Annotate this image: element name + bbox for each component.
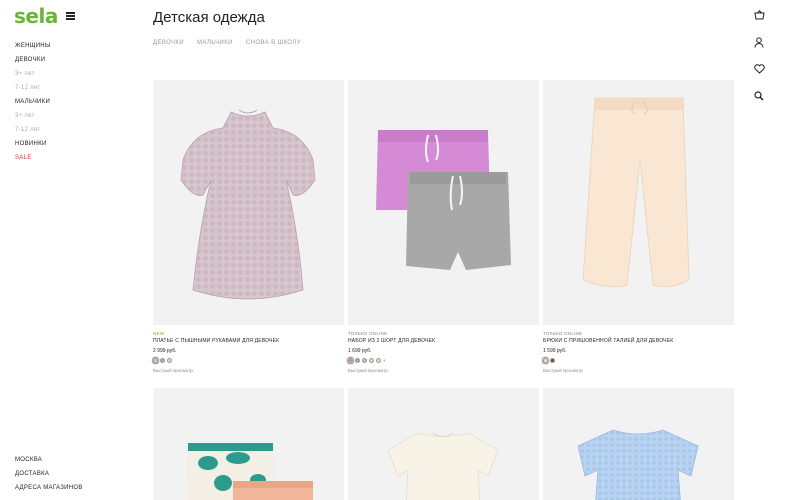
color-swatch[interactable]: [160, 358, 165, 363]
nav-item-boys-7-12[interactable]: 7-12 лет: [15, 123, 135, 137]
product-card[interactable]: [543, 388, 734, 500]
nav-item-girls[interactable]: ДЕВОЧКИ: [15, 53, 135, 67]
sidebar-nav: ЖЕНЩИНЫ ДЕВОЧКИ 3+ лет 7-12 лет МАЛЬЧИКИ…: [15, 39, 135, 165]
nav-item-new[interactable]: НОВИНКИ: [15, 137, 135, 151]
color-swatches: [543, 358, 734, 363]
product-card[interactable]: NEW ПЛАТЬЕ С ПЫШНЫМИ РУКАВАМИ ДЛЯ ДЕВОЧЕ…: [153, 80, 344, 373]
color-swatch[interactable]: [543, 358, 548, 363]
product-name[interactable]: НАБОР ИЗ 2 ШОРТ ДЛЯ ДЕВОЧЕК: [348, 338, 539, 344]
user-icon[interactable]: [752, 35, 766, 49]
product-image-trousers[interactable]: [543, 80, 734, 325]
color-swatch[interactable]: [362, 358, 367, 363]
nav-item-sale[interactable]: SALE: [15, 151, 135, 165]
product-image-blue-top[interactable]: [543, 388, 734, 500]
color-swatches: [153, 358, 344, 363]
color-swatch[interactable]: [550, 358, 555, 363]
color-swatch[interactable]: [167, 358, 172, 363]
product-image-lace-top[interactable]: [348, 388, 539, 500]
search-icon[interactable]: [752, 89, 766, 103]
tab-boys[interactable]: МАЛЬЧИКИ: [197, 40, 233, 46]
product-badge: NEW: [153, 331, 165, 336]
quick-view-link[interactable]: Быстрый просмотр: [348, 368, 539, 373]
product-card[interactable]: ТОЛЬКО ONLINE БРЮКИ С ПРИШОВЕННОЙ ТАЛИЕЙ…: [543, 80, 734, 373]
product-image-shorts[interactable]: [348, 80, 539, 325]
product-price: 1 599 руб.: [543, 348, 567, 354]
city-link[interactable]: МОСКВА: [15, 453, 83, 467]
color-swatches: +: [348, 358, 539, 363]
cart-icon[interactable]: [752, 8, 766, 22]
nav-item-girls-3plus[interactable]: 3+ лет: [15, 67, 135, 81]
product-price: 2 999 руб.: [153, 348, 177, 354]
store-addresses-link[interactable]: АДРЕСА МАГАЗИНОВ: [15, 481, 83, 495]
color-swatch[interactable]: [369, 358, 374, 363]
product-name[interactable]: ПЛАТЬЕ С ПЫШНЫМИ РУКАВАМИ ДЛЯ ДЕВОЧЕК: [153, 338, 344, 344]
product-image-dress[interactable]: [153, 80, 344, 325]
product-card[interactable]: [348, 388, 539, 500]
category-tabs: ДЕВОЧКИ МАЛЬЧИКИ СНОВА В ШКОЛУ: [153, 40, 301, 46]
heart-icon[interactable]: [752, 62, 766, 76]
delivery-link[interactable]: ДОСТАВКА: [15, 467, 83, 481]
logo[interactable]: sela: [14, 4, 58, 28]
product-image-printed-shorts[interactable]: [153, 388, 344, 500]
nav-item-boys-3plus[interactable]: 3+ лет: [15, 109, 135, 123]
more-colors-indicator[interactable]: +: [383, 358, 386, 363]
product-badge: ТОЛЬКО ONLINE: [543, 331, 583, 336]
product-card[interactable]: [153, 388, 344, 500]
sidebar-footer-links: МОСКВА ДОСТАВКА АДРЕСА МАГАЗИНОВ: [15, 453, 83, 495]
color-swatch[interactable]: [376, 358, 381, 363]
product-card[interactable]: ТОЛЬКО ONLINE НАБОР ИЗ 2 ШОРТ ДЛЯ ДЕВОЧЕ…: [348, 80, 539, 373]
product-name[interactable]: БРЮКИ С ПРИШОВЕННОЙ ТАЛИЕЙ ДЛЯ ДЕВОЧЕК: [543, 338, 734, 344]
nav-item-boys[interactable]: МАЛЬЧИКИ: [15, 95, 135, 109]
color-swatch[interactable]: [355, 358, 360, 363]
product-price: 1 699 руб.: [348, 348, 372, 354]
product-badge: ТОЛЬКО ONLINE: [348, 331, 388, 336]
page-title: Детская одежда: [153, 9, 265, 26]
header-actions: [752, 8, 766, 116]
quick-view-link[interactable]: Быстрый просмотр: [543, 368, 734, 373]
nav-item-girls-7-12[interactable]: 7-12 лет: [15, 81, 135, 95]
nav-item-women[interactable]: ЖЕНЩИНЫ: [15, 39, 135, 53]
tab-girls[interactable]: ДЕВОЧКИ: [153, 40, 184, 46]
color-swatch[interactable]: [348, 358, 353, 363]
color-swatch[interactable]: [153, 358, 158, 363]
quick-view-link[interactable]: Быстрый просмотр: [153, 368, 344, 373]
menu-icon[interactable]: [66, 12, 75, 20]
tab-back-to-school[interactable]: СНОВА В ШКОЛУ: [246, 40, 301, 46]
